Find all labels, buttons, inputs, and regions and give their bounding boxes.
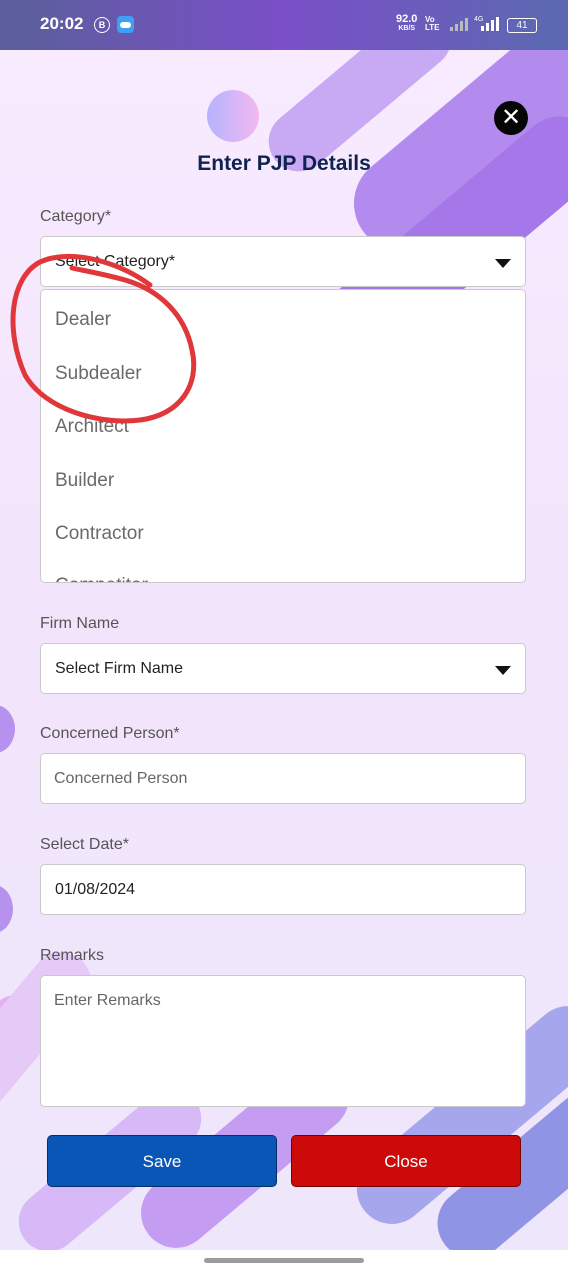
- firm-selected: Select Firm Name: [55, 660, 184, 677]
- firm-label: Firm Name: [40, 615, 120, 632]
- option-competitor[interactable]: Competitor: [55, 575, 148, 582]
- chevron-down-icon: [495, 666, 511, 675]
- net-label: 4G: [474, 16, 483, 23]
- person-label: Concerned Person*: [40, 725, 180, 742]
- b-app-icon: B: [94, 17, 110, 33]
- dialog-title: Enter PJP Details: [197, 152, 371, 175]
- category-dropdown[interactable]: Dealer Subdealer Architect Builder Contr…: [40, 289, 526, 583]
- date-value: 01/08/2024: [55, 881, 136, 898]
- volte-line2: LTE: [425, 23, 440, 32]
- signal-icon: [450, 18, 468, 31]
- concerned-person-input[interactable]: Concerned Person: [40, 753, 526, 804]
- category-selected: Select Category*: [55, 253, 176, 270]
- category-select[interactable]: Select Category*: [40, 236, 526, 287]
- remarks-label: Remarks: [40, 947, 105, 964]
- remarks-textarea[interactable]: Enter Remarks: [40, 975, 526, 1107]
- close-icon: ✕: [500, 104, 522, 131]
- decor-circle: [207, 90, 259, 142]
- signal-4g-icon: 4G: [474, 16, 499, 31]
- decor-circle: [0, 705, 15, 753]
- option-builder[interactable]: Builder: [55, 470, 114, 492]
- close-dialog-button[interactable]: ✕: [494, 101, 528, 135]
- option-subdealer[interactable]: Subdealer: [55, 363, 142, 385]
- volte-indicator: Vo LTE: [425, 16, 440, 32]
- save-button[interactable]: Save: [47, 1135, 277, 1187]
- category-label: Category*: [40, 208, 112, 225]
- battery-icon: 41: [507, 18, 537, 33]
- cloud-icon: [117, 16, 134, 33]
- option-architect[interactable]: Architect: [55, 416, 129, 438]
- remarks-placeholder: Enter Remarks: [54, 992, 161, 1009]
- status-time: 20:02: [40, 14, 84, 33]
- date-label: Select Date*: [40, 836, 129, 853]
- option-dealer[interactable]: Dealer: [55, 309, 111, 331]
- status-bar: 20:02 B 92.0 KB/S Vo LTE 4G 41: [0, 0, 568, 50]
- navigation-bar: [0, 1250, 568, 1272]
- speed-unit: KB/S: [398, 25, 416, 32]
- close-button[interactable]: Close: [291, 1135, 521, 1187]
- network-speed: 92.0 KB/S: [396, 14, 417, 34]
- home-gesture-handle[interactable]: [204, 1258, 364, 1263]
- option-contractor[interactable]: Contractor: [55, 523, 144, 545]
- date-input[interactable]: 01/08/2024: [40, 864, 526, 915]
- chevron-down-icon: [495, 259, 511, 268]
- person-placeholder: Concerned Person: [54, 770, 188, 787]
- decor-circle: [0, 885, 13, 933]
- firm-select[interactable]: Select Firm Name: [40, 643, 526, 694]
